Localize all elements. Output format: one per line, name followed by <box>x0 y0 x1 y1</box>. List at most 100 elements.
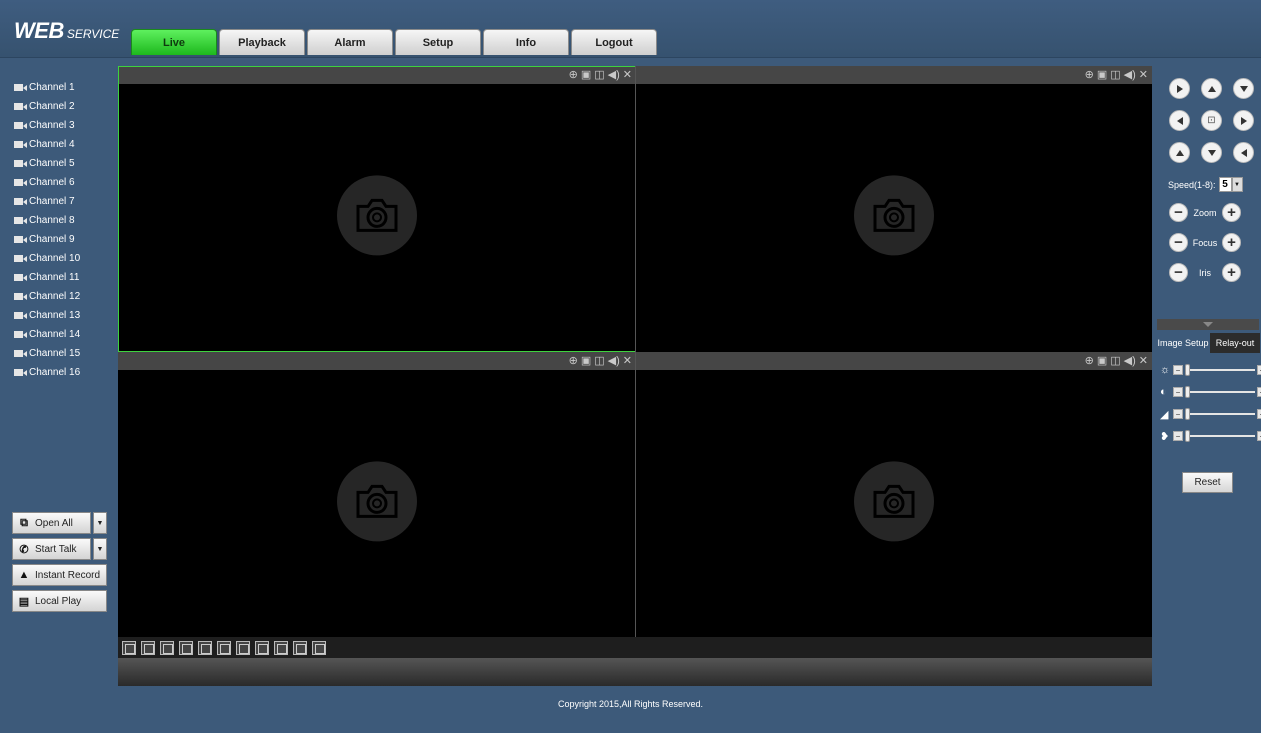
channel-item[interactable]: Channel 9 <box>14 230 80 249</box>
record-icon[interactable]: ◫ <box>1110 69 1120 81</box>
slider-handle[interactable] <box>1185 386 1190 398</box>
channel-item[interactable]: Channel 2 <box>14 97 80 116</box>
tab-logout[interactable]: Logout <box>571 29 657 55</box>
open-all-dropdown[interactable]: ▼ <box>93 512 107 534</box>
ptz-right-button[interactable] <box>1233 110 1254 131</box>
channel-item[interactable]: Channel 3 <box>14 116 80 135</box>
slider-increase-button[interactable]: + <box>1257 431 1261 441</box>
snapshot-icon[interactable]: ▣ <box>1097 355 1107 367</box>
channel-item[interactable]: Channel 12 <box>14 287 80 306</box>
snapshot-icon[interactable]: ▣ <box>1097 69 1107 81</box>
close-icon[interactable]: ✕ <box>623 69 632 81</box>
hue-slider[interactable] <box>1185 430 1255 442</box>
video-pane[interactable]: ⊕ ▣ ◫ ◀) ✕ <box>636 66 1152 352</box>
start-talk-button[interactable]: ✆ Start Talk <box>12 538 91 560</box>
saturation-slider[interactable] <box>1185 408 1255 420</box>
reset-button[interactable]: Reset <box>1182 472 1233 493</box>
iris-plus-button[interactable]: + <box>1222 263 1241 282</box>
zoom-in-icon[interactable]: ⊕ <box>569 355 578 367</box>
ptz-left-button[interactable] <box>1169 110 1190 131</box>
layout-button[interactable] <box>122 640 136 655</box>
record-icon[interactable]: ◫ <box>1110 355 1120 367</box>
snapshot-icon[interactable]: ▣ <box>581 355 591 367</box>
slider-decrease-button[interactable]: − <box>1173 409 1183 419</box>
tab-image-setup[interactable]: Image Setup <box>1156 333 1210 353</box>
slider-decrease-button[interactable]: − <box>1173 387 1183 397</box>
tab-setup[interactable]: Setup <box>395 29 481 55</box>
channel-item[interactable]: Channel 8 <box>14 211 80 230</box>
channel-item[interactable]: Channel 4 <box>14 135 80 154</box>
tab-relay-out[interactable]: Relay-out <box>1210 333 1260 353</box>
layout-9-button[interactable] <box>274 640 288 655</box>
zoom-in-icon[interactable]: ⊕ <box>1085 69 1094 81</box>
instant-record-button[interactable]: ▲ Instant Record <box>12 564 107 586</box>
layout-1-button[interactable] <box>198 640 212 655</box>
speed-select[interactable]: 5 ▼ <box>1218 177 1243 192</box>
slider-increase-button[interactable]: + <box>1257 365 1261 375</box>
ptz-up-left-button[interactable] <box>1169 78 1190 99</box>
audio-icon[interactable]: ◀) <box>608 355 620 367</box>
zoom-in-icon[interactable]: ⊕ <box>569 69 578 81</box>
video-pane[interactable]: ⊕ ▣ ◫ ◀) ✕ <box>636 352 1152 637</box>
channel-label: Channel 14 <box>29 329 81 340</box>
channel-item[interactable]: Channel 1 <box>14 78 80 97</box>
layout-4-button[interactable] <box>217 640 231 655</box>
focus-minus-button[interactable]: − <box>1169 233 1188 252</box>
slider-handle[interactable] <box>1185 430 1190 442</box>
ptz-up-right-button[interactable] <box>1233 78 1254 99</box>
layout-8-button[interactable] <box>255 640 269 655</box>
zoom-in-button[interactable]: + <box>1221 203 1241 222</box>
slider-handle[interactable] <box>1185 408 1190 420</box>
channel-item[interactable]: Channel 5 <box>14 154 80 173</box>
channel-item[interactable]: Channel 11 <box>14 268 80 287</box>
channel-item[interactable]: Channel 13 <box>14 306 80 325</box>
ptz-center-button[interactable]: ⊡ <box>1201 110 1222 131</box>
channel-item[interactable]: Channel 6 <box>14 173 80 192</box>
close-icon[interactable]: ✕ <box>623 355 632 367</box>
channel-item[interactable]: Channel 16 <box>14 363 80 382</box>
open-all-button[interactable]: ⧉ Open All <box>12 512 91 534</box>
zoom-in-icon[interactable]: ⊕ <box>1085 355 1094 367</box>
record-icon[interactable]: ◫ <box>594 69 604 81</box>
slider-increase-button[interactable]: + <box>1257 387 1261 397</box>
layout-button[interactable] <box>141 640 155 655</box>
slider-decrease-button[interactable]: − <box>1173 431 1183 441</box>
audio-icon[interactable]: ◀) <box>1124 69 1136 81</box>
ptz-down-right-button[interactable] <box>1233 142 1254 163</box>
ptz-down-left-button[interactable] <box>1169 142 1190 163</box>
channel-item[interactable]: Channel 15 <box>14 344 80 363</box>
panel-collapse-toggle[interactable] <box>1157 319 1259 330</box>
layout-6-button[interactable] <box>236 640 250 655</box>
zoom-out-button[interactable]: − <box>1169 203 1188 222</box>
video-pane[interactable]: ⊕ ▣ ◫ ◀) ✕ <box>118 352 636 637</box>
iris-minus-button[interactable]: − <box>1169 263 1188 282</box>
fullscreen-button[interactable] <box>160 640 174 655</box>
start-talk-dropdown[interactable]: ▼ <box>93 538 107 560</box>
close-icon[interactable]: ✕ <box>1139 355 1148 367</box>
slider-handle[interactable] <box>1185 364 1190 376</box>
tab-info[interactable]: Info <box>483 29 569 55</box>
slider-increase-button[interactable]: + <box>1257 409 1261 419</box>
tab-live[interactable]: Live <box>131 29 217 55</box>
local-play-button[interactable]: ▤ Local Play <box>12 590 107 612</box>
audio-icon[interactable]: ◀) <box>1124 355 1136 367</box>
layout-13-button[interactable] <box>293 640 307 655</box>
slider-decrease-button[interactable]: − <box>1173 365 1183 375</box>
tab-playback[interactable]: Playback <box>219 29 305 55</box>
layout-16-button[interactable] <box>312 640 326 655</box>
record-icon[interactable]: ◫ <box>594 355 604 367</box>
channel-item[interactable]: Channel 14 <box>14 325 80 344</box>
close-icon[interactable]: ✕ <box>1139 69 1148 81</box>
channel-item[interactable]: Channel 10 <box>14 249 80 268</box>
brightness-slider[interactable] <box>1185 364 1255 376</box>
contrast-slider[interactable] <box>1185 386 1255 398</box>
layout-button[interactable] <box>179 640 193 655</box>
ptz-down-button[interactable] <box>1201 142 1222 163</box>
snapshot-icon[interactable]: ▣ <box>581 69 591 81</box>
channel-item[interactable]: Channel 7 <box>14 192 80 211</box>
focus-plus-button[interactable]: + <box>1221 233 1241 252</box>
audio-icon[interactable]: ◀) <box>608 69 620 81</box>
video-pane[interactable]: ⊕ ▣ ◫ ◀) ✕ <box>118 66 636 352</box>
tab-alarm[interactable]: Alarm <box>307 29 393 55</box>
ptz-up-button[interactable] <box>1201 78 1222 99</box>
